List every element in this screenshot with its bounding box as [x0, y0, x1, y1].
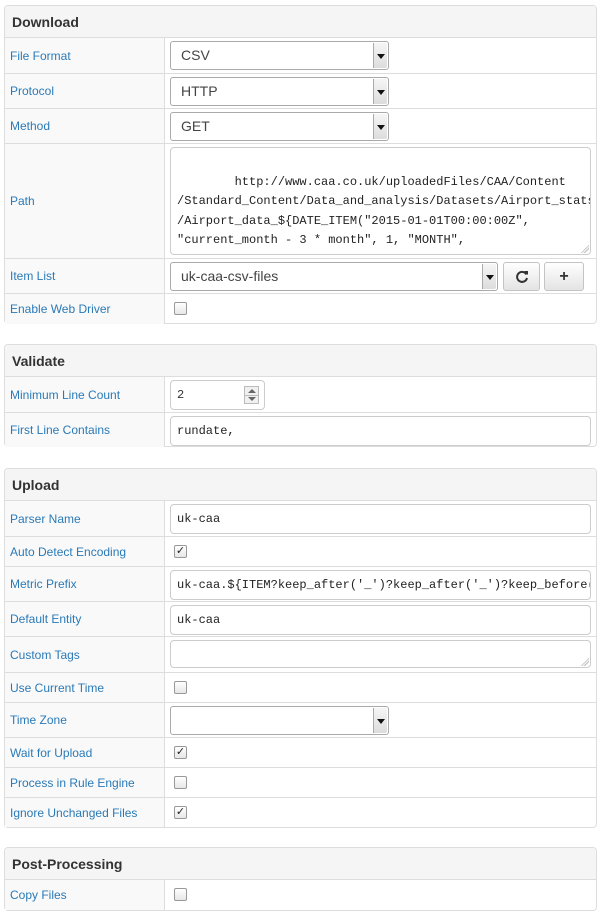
- item-list-label: Item List: [5, 259, 165, 293]
- protocol-label: Protocol: [5, 74, 165, 108]
- minimum-line-count-label: Minimum Line Count: [5, 377, 165, 412]
- auto-detect-encoding-checkbox[interactable]: ✓: [174, 545, 187, 558]
- minimum-line-count-row: Minimum Line Count 2: [5, 377, 596, 412]
- resize-grip-icon[interactable]: [581, 658, 589, 666]
- download-heading: Download: [5, 6, 596, 38]
- resize-grip-icon[interactable]: [581, 245, 589, 253]
- refresh-button[interactable]: [503, 262, 540, 291]
- ignore-unchanged-files-checkbox[interactable]: ✓: [174, 806, 187, 819]
- chevron-down-icon[interactable]: [373, 43, 387, 68]
- chevron-down-icon[interactable]: [482, 264, 496, 289]
- copy-files-checkbox[interactable]: [174, 888, 187, 901]
- use-current-time-row: Use Current Time: [5, 672, 596, 702]
- use-current-time-checkbox[interactable]: [174, 681, 187, 694]
- time-zone-row: Time Zone: [5, 702, 596, 737]
- default-entity-input[interactable]: uk-caa: [170, 605, 591, 635]
- enable-web-driver-row: Enable Web Driver: [5, 293, 596, 324]
- item-list-row: Item List uk-caa-csv-files +: [5, 258, 596, 293]
- protocol-value: HTTP: [181, 83, 218, 99]
- enable-web-driver-label: Enable Web Driver: [5, 294, 165, 324]
- ignore-unchanged-files-label: Ignore Unchanged Files: [5, 798, 165, 827]
- metric-prefix-row: Metric Prefix uk-caa.${ITEM?keep_after('…: [5, 566, 596, 601]
- file-format-select[interactable]: CSV: [170, 41, 389, 70]
- download-panel: Download File Format CSV Protocol HTTP M…: [4, 5, 597, 324]
- validate-panel: Validate Minimum Line Count 2 First Line…: [4, 344, 597, 447]
- custom-tags-label: Custom Tags: [5, 637, 165, 672]
- custom-tags-textarea[interactable]: [170, 640, 591, 668]
- path-value: http://www.caa.co.uk/uploadedFiles/CAA/C…: [177, 174, 591, 255]
- stepper-icon[interactable]: [244, 386, 259, 404]
- method-value: GET: [181, 118, 210, 134]
- process-in-rule-engine-checkbox[interactable]: [174, 776, 187, 789]
- file-format-label: File Format: [5, 38, 165, 73]
- auto-detect-encoding-label: Auto Detect Encoding: [5, 537, 165, 566]
- ignore-unchanged-files-row: Ignore Unchanged Files ✓: [5, 797, 596, 827]
- metric-prefix-input[interactable]: uk-caa.${ITEM?keep_after('_')?keep_after…: [170, 570, 591, 600]
- method-row: Method GET: [5, 108, 596, 143]
- parser-name-input[interactable]: uk-caa: [170, 504, 591, 534]
- custom-tags-row: Custom Tags: [5, 636, 596, 672]
- enable-web-driver-checkbox[interactable]: [174, 302, 187, 315]
- add-item-button[interactable]: +: [544, 262, 584, 291]
- chevron-down-icon[interactable]: [373, 114, 387, 139]
- time-zone-label: Time Zone: [5, 703, 165, 737]
- metric-prefix-label: Metric Prefix: [5, 567, 165, 601]
- parser-name-row: Parser Name uk-caa: [5, 501, 596, 536]
- first-line-contains-label: First Line Contains: [5, 413, 165, 447]
- path-textarea[interactable]: http://www.caa.co.uk/uploadedFiles/CAA/C…: [170, 147, 591, 255]
- upload-heading: Upload: [5, 469, 596, 501]
- default-entity-label: Default Entity: [5, 602, 165, 636]
- protocol-select[interactable]: HTTP: [170, 77, 389, 106]
- chevron-down-icon[interactable]: [373, 79, 387, 104]
- post-processing-heading: Post-Processing: [5, 848, 596, 880]
- path-label: Path: [5, 144, 165, 258]
- wait-for-upload-checkbox[interactable]: ✓: [174, 746, 187, 759]
- file-format-row: File Format CSV: [5, 38, 596, 73]
- parser-name-label: Parser Name: [5, 501, 165, 536]
- validate-heading: Validate: [5, 345, 596, 377]
- path-row: Path http://www.caa.co.uk/uploadedFiles/…: [5, 143, 596, 258]
- auto-detect-encoding-row: Auto Detect Encoding ✓: [5, 536, 596, 566]
- process-in-rule-engine-label: Process in Rule Engine: [5, 768, 165, 797]
- post-processing-panel: Post-Processing Copy Files: [4, 847, 597, 911]
- plus-icon: +: [559, 267, 569, 285]
- method-label: Method: [5, 109, 165, 143]
- minimum-line-count-value: 2: [177, 388, 185, 402]
- refresh-icon: [515, 270, 528, 283]
- copy-files-label: Copy Files: [5, 880, 165, 910]
- minimum-line-count-input[interactable]: 2: [170, 380, 265, 410]
- wait-for-upload-label: Wait for Upload: [5, 738, 165, 767]
- upload-panel: Upload Parser Name uk-caa Auto Detect En…: [4, 468, 597, 828]
- protocol-row: Protocol HTTP: [5, 73, 596, 108]
- method-select[interactable]: GET: [170, 112, 389, 141]
- chevron-down-icon[interactable]: [373, 708, 387, 733]
- first-line-contains-input[interactable]: rundate,: [170, 416, 591, 446]
- default-entity-row: Default Entity uk-caa: [5, 601, 596, 636]
- copy-files-row: Copy Files: [5, 880, 596, 910]
- item-list-select[interactable]: uk-caa-csv-files: [170, 262, 498, 291]
- wait-for-upload-row: Wait for Upload ✓: [5, 737, 596, 767]
- item-list-value: uk-caa-csv-files: [181, 268, 279, 284]
- use-current-time-label: Use Current Time: [5, 673, 165, 702]
- time-zone-select[interactable]: [170, 706, 389, 735]
- first-line-contains-row: First Line Contains rundate,: [5, 412, 596, 447]
- process-in-rule-engine-row: Process in Rule Engine: [5, 767, 596, 797]
- file-format-value: CSV: [181, 47, 210, 63]
